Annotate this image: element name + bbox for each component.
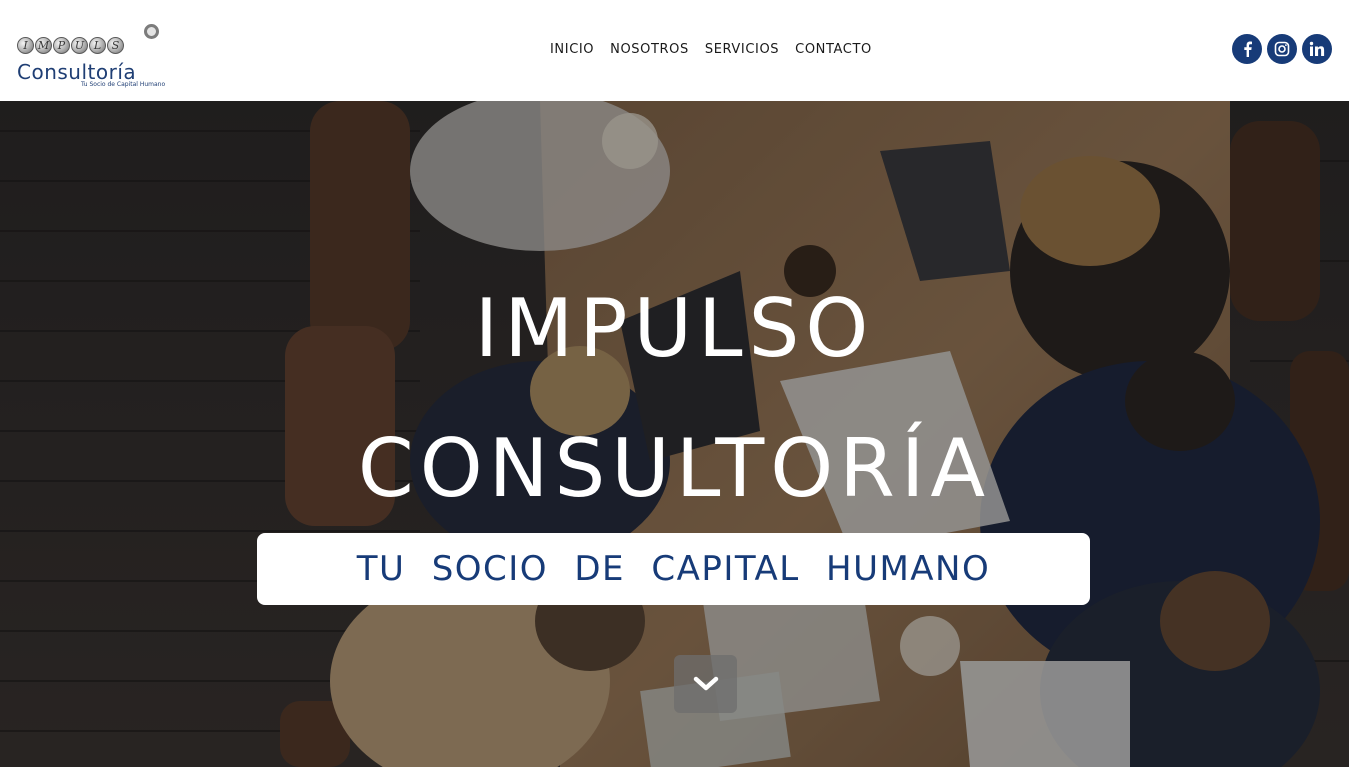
logo[interactable]: I M P U L S Consultoría Tu Socio de Capi… xyxy=(17,20,177,90)
facebook-icon[interactable] xyxy=(1232,34,1262,64)
logo-tagline: Tu Socio de Capital Humano xyxy=(81,81,166,88)
nav-item-servicios[interactable]: SERVICIOS xyxy=(705,42,779,57)
site-header: I M P U L S Consultoría Tu Socio de Capi… xyxy=(0,0,1349,101)
social-links xyxy=(1232,34,1332,64)
logo-letter: I xyxy=(17,37,34,54)
nav-item-nosotros[interactable]: NOSOTROS xyxy=(610,42,689,57)
hero-section: IMPULSO CONSULTORÍA TU SOCIO DE CAPITAL … xyxy=(0,101,1349,767)
logo-letter: U xyxy=(71,37,88,54)
hero-title-line1: IMPULSO xyxy=(474,282,875,375)
hero-tagline: TU SOCIO DE CAPITAL HUMANO xyxy=(356,549,991,589)
nav-item-contacto[interactable]: CONTACTO xyxy=(795,42,872,57)
logo-letter: S xyxy=(107,37,124,54)
tagline-box: TU SOCIO DE CAPITAL HUMANO xyxy=(257,533,1090,605)
hero-title-line2: CONSULTORÍA xyxy=(357,422,992,515)
scroll-down-button[interactable] xyxy=(674,655,737,713)
instagram-icon[interactable] xyxy=(1267,34,1297,64)
main-nav: INICIO NOSOTROS SERVICIOS CONTACTO xyxy=(550,42,872,57)
logo-impulso-word: I M P U L S xyxy=(17,37,124,57)
linkedin-icon[interactable] xyxy=(1302,34,1332,64)
logo-letter: P xyxy=(53,37,70,54)
chevron-down-icon xyxy=(693,676,718,691)
logo-letter: M xyxy=(35,37,52,54)
nav-item-inicio[interactable]: INICIO xyxy=(550,42,594,57)
logo-ring-mark xyxy=(144,24,159,39)
logo-letter: L xyxy=(89,37,106,54)
